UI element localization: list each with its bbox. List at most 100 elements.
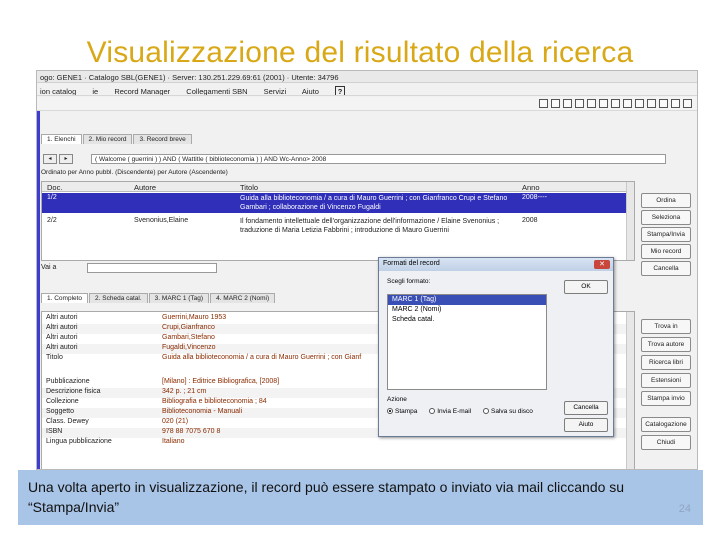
radio-label: Invia E-mail xyxy=(437,408,472,415)
vai-input[interactable] xyxy=(87,263,217,273)
detail-label: Lingua pubblicazione xyxy=(46,438,112,445)
detail-row: Lingua pubblicazione Italiano xyxy=(42,438,634,448)
sort-order-text: Ordinato per Anno pubbl. (Discendente) p… xyxy=(41,169,228,176)
radio-salva-disco[interactable]: Salva su disco xyxy=(483,408,533,415)
stampa-invio-button[interactable]: Stampa invio xyxy=(641,391,691,406)
detail-value[interactable]: Gambari,Stefano xyxy=(162,334,215,341)
dialog-title: Formati del record xyxy=(383,260,440,267)
detail-label: Altri autori xyxy=(46,324,78,331)
slide-caption: Una volta aperto in visualizzazione, il … xyxy=(18,470,703,525)
table-row[interactable]: 1/2 Guida alla biblioteconomia / a cura … xyxy=(42,193,634,213)
prev-page-button[interactable]: ◂ xyxy=(43,154,57,164)
row-doc: 1/2 xyxy=(47,194,57,201)
formati-record-dialog: Formati del record ✕ Scegli formato: MAR… xyxy=(378,257,614,437)
menu-item-ie[interactable]: ie xyxy=(92,87,98,95)
menu-item-catalog[interactable]: ion catalog xyxy=(40,87,76,95)
cancella-button[interactable]: Cancella xyxy=(641,261,691,276)
link-icon[interactable] xyxy=(635,99,644,108)
col-anno[interactable]: Anno xyxy=(522,183,540,192)
help-button[interactable]: Aiuto xyxy=(564,418,608,432)
help-icon[interactable]: ? xyxy=(335,86,346,95)
detail-value[interactable]: Fugaldi,Vincenzo xyxy=(162,344,216,351)
status-line: ogo: GENE1 · Catalogo SBL(GENE1) · Serve… xyxy=(37,71,697,83)
format-item[interactable]: Scheda catal. xyxy=(388,315,546,325)
ordina-button[interactable]: Ordina xyxy=(641,193,691,208)
ok-button[interactable]: OK xyxy=(564,280,608,294)
tab-record-breve[interactable]: 3. Record breve xyxy=(133,134,192,144)
cancel-button[interactable]: Cancella xyxy=(564,401,608,415)
col-doc[interactable]: Doc. xyxy=(47,183,62,192)
tab-completo[interactable]: 1. Completo xyxy=(41,293,89,303)
edit-icon[interactable] xyxy=(587,99,596,108)
col-autore[interactable]: Autore xyxy=(134,183,156,192)
tab-scheda-catal[interactable]: 2. Scheda catal. xyxy=(89,293,148,303)
detail-label: Altri autori xyxy=(46,314,78,321)
merge-icon[interactable] xyxy=(623,99,632,108)
detail-label: Pubblicazione xyxy=(46,378,90,385)
table-header: Doc. Autore Titolo Anno xyxy=(42,182,634,192)
catalogazione-button[interactable]: Catalogazione xyxy=(641,417,691,432)
radio-stampa[interactable]: Stampa xyxy=(387,408,417,415)
detail-value[interactable]: Guerrini,Mauro 1953 xyxy=(162,314,226,321)
list-icon[interactable] xyxy=(563,99,572,108)
table-scrollbar[interactable] xyxy=(626,182,634,260)
delete-icon[interactable] xyxy=(659,99,668,108)
mio-record-button[interactable]: Mio record xyxy=(641,244,691,259)
check-icon[interactable] xyxy=(599,99,608,108)
trova-autore-button[interactable]: Trova autore xyxy=(641,337,691,352)
tag-icon[interactable] xyxy=(575,99,584,108)
format-item[interactable]: MARC 2 (Nomi) xyxy=(388,305,546,315)
radio-label: Salva su disco xyxy=(491,408,533,415)
detail-label: Class. Dewey xyxy=(46,418,89,425)
menu-item-record-manager[interactable]: Record Manager xyxy=(114,87,170,95)
menu-bar: ion catalog ie Record Manager Collegamen… xyxy=(37,84,697,96)
col-titolo[interactable]: Titolo xyxy=(240,183,258,192)
seleziona-button[interactable]: Seleziona xyxy=(641,210,691,225)
radio-label: Stampa xyxy=(395,408,418,415)
ricerca-libri-button[interactable]: Ricerca libri xyxy=(641,355,691,370)
menu-item-servizi[interactable]: Servizi xyxy=(264,87,287,95)
trova-in-button[interactable]: Trova in xyxy=(641,319,691,334)
row-author: Svenonius,Elaine xyxy=(134,217,189,224)
copy-icon[interactable] xyxy=(611,99,620,108)
detail-value[interactable]: Crupi,Gianfranco xyxy=(162,324,215,331)
menu-item-aiuto[interactable]: Aiuto xyxy=(302,87,319,95)
row-year: 2008 xyxy=(522,217,538,224)
detail-label: Soggetto xyxy=(46,408,75,415)
search-query-field[interactable]: ( Walcome ( guerrini ) ) AND ( Wattitle … xyxy=(91,154,666,164)
tab-elenchi[interactable]: 1. Elenchi xyxy=(41,134,82,144)
dialog-title-bar: Formati del record ✕ xyxy=(379,258,613,271)
tab-marc2[interactable]: 4. MARC 2 (Nomi) xyxy=(210,293,276,303)
radio-icon xyxy=(429,408,436,415)
tab-mio-record[interactable]: 2. Mio record xyxy=(82,134,133,144)
menu-item-collegamenti[interactable]: Collegamenti SBN xyxy=(186,87,247,95)
export-icon[interactable] xyxy=(551,99,560,108)
flag-icon[interactable] xyxy=(671,99,680,108)
next-page-button[interactable]: ▸ xyxy=(59,154,73,164)
format-group-label: Scegli formato: xyxy=(387,278,431,285)
format-item[interactable]: MARC 1 (Tag) xyxy=(388,295,546,305)
table-row[interactable]: 2/2 Svenonius,Elaine Il fondamento intel… xyxy=(42,216,634,238)
detail-value[interactable]: Bibliografia e biblioteconomia ; 84 xyxy=(162,398,267,405)
detail-scrollbar[interactable] xyxy=(626,312,634,469)
estensioni-button[interactable]: Estensioni xyxy=(641,373,691,388)
close-icon[interactable] xyxy=(683,99,692,108)
detail-value[interactable]: 020 (21) xyxy=(162,418,188,425)
row-title: Il fondamento intellettuale dell'organiz… xyxy=(240,218,500,234)
detail-value: 342 p. ; 21 cm xyxy=(162,388,207,395)
save-icon[interactable] xyxy=(647,99,656,108)
detail-value[interactable]: Guida alla biblioteconomia / a cura di M… xyxy=(162,354,361,361)
stampa-invia-button[interactable]: Stampa/Invia xyxy=(641,227,691,242)
tab-marc1[interactable]: 3. MARC 1 (Tag) xyxy=(148,293,210,303)
detail-label: Collezione xyxy=(46,398,79,405)
radio-invia-email[interactable]: Invia E-mail xyxy=(429,408,471,415)
print-icon[interactable] xyxy=(539,99,548,108)
format-list[interactable]: MARC 1 (Tag) MARC 2 (Nomi) Scheda catal. xyxy=(387,294,547,390)
chiudi-button[interactable]: Chiudi xyxy=(641,435,691,450)
detail-value[interactable]: Biblioteconomia - Manuali xyxy=(162,408,242,415)
detail-tabs: 1. Completo 2. Scheda catal. 3. MARC 1 (Ta… xyxy=(41,293,276,303)
action-radio-group: Stampa Invia E-mail Salva su disco xyxy=(387,408,543,415)
detail-value[interactable]: [Milano] : Editrice Bibliografica, [2008… xyxy=(162,378,279,385)
detail-label: Altri autori xyxy=(46,334,78,341)
close-icon[interactable]: ✕ xyxy=(594,260,610,269)
